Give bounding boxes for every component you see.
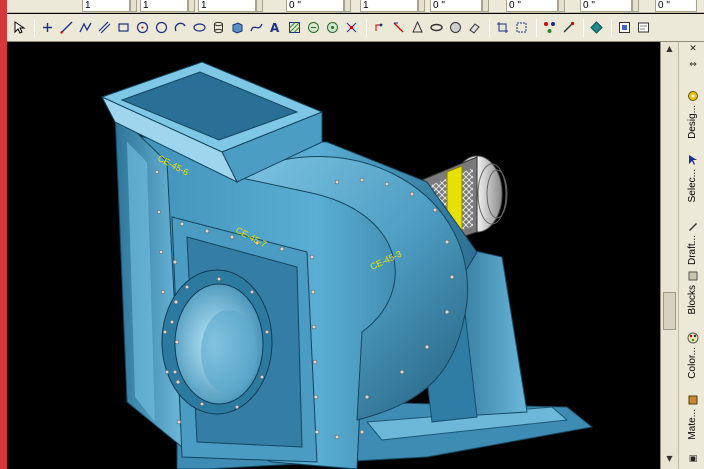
point-icon[interactable] xyxy=(39,19,56,36)
image-frame-icon[interactable] xyxy=(616,19,633,36)
text-icon[interactable]: A xyxy=(267,19,284,36)
property-field-6[interactable]: 0 " xyxy=(430,0,482,12)
property-field-5[interactable]: 1 xyxy=(360,0,418,12)
side-tab-strip: ✕ ⇔ Desig... Selec... Draft... Blocks Co… xyxy=(680,42,704,469)
property-field-2[interactable]: 1 xyxy=(140,0,188,12)
property-field-9[interactable]: 0 " xyxy=(655,0,697,12)
property-field-4[interactable]: 0 " xyxy=(286,0,344,12)
panel-resize-icon[interactable]: ⇔ xyxy=(686,60,700,72)
toolbar-separator xyxy=(366,18,367,37)
blocks-icon xyxy=(688,271,697,281)
spin-button-3[interactable] xyxy=(256,0,263,12)
group-icon[interactable] xyxy=(513,19,530,36)
panel-extra-icon[interactable]: ▣ xyxy=(686,454,700,466)
sphere-icon[interactable] xyxy=(447,19,464,36)
toolbar-separator xyxy=(611,18,612,37)
scroll-down-icon[interactable]: ▼ xyxy=(663,454,676,466)
color-palette-icon xyxy=(687,332,698,344)
window-border xyxy=(0,0,7,469)
tab-design[interactable]: Desig... xyxy=(681,90,704,139)
arc-icon[interactable] xyxy=(172,19,189,36)
design-icon xyxy=(687,91,698,101)
polyline-icon[interactable] xyxy=(77,19,94,36)
toolbar-separator xyxy=(34,18,35,37)
drawing-toolbar: A xyxy=(7,14,704,42)
tab-selection[interactable]: Selec... xyxy=(681,154,704,202)
tab-blocks[interactable]: Blocks xyxy=(681,270,704,314)
scroll-thumb[interactable] xyxy=(663,292,676,330)
spin-button-7[interactable] xyxy=(558,0,565,12)
side-panel: ▲ ▼ ✕ ⇔ Desig... Selec... Draft... Block… xyxy=(660,42,704,469)
property-field-3[interactable]: 1 xyxy=(198,0,256,12)
smart-dimension-icon[interactable] xyxy=(305,19,322,36)
tab-materials-label: Mate... xyxy=(687,409,698,440)
svg-text:A: A xyxy=(270,21,280,34)
select-arrow-icon[interactable] xyxy=(11,19,28,36)
materials-icon xyxy=(688,395,697,405)
rectangle-icon[interactable] xyxy=(115,19,132,36)
double-line-icon[interactable] xyxy=(96,19,113,36)
tab-drafting[interactable]: Draft... xyxy=(681,220,704,265)
drafting-pencil-icon xyxy=(688,223,697,231)
drawing-viewport[interactable]: CE-45-6 CE-45-7 CE-45-3 xyxy=(7,42,660,469)
snap-grid-icon[interactable] xyxy=(324,19,341,36)
crop-icon[interactable] xyxy=(494,19,511,36)
wand-icon[interactable] xyxy=(560,19,577,36)
spin-button-6[interactable] xyxy=(482,0,489,12)
panel-close-icon[interactable]: ✕ xyxy=(686,44,700,56)
property-field-7[interactable]: 0 " xyxy=(506,0,558,12)
tab-colors-label: Color... xyxy=(687,347,698,379)
fan-3d-model: CE-45-6 CE-45-7 CE-45-3 xyxy=(100,61,594,469)
tab-colors[interactable]: Color... xyxy=(681,332,704,379)
curve-icon[interactable] xyxy=(390,19,407,36)
tab-drafting-label: Draft... xyxy=(687,235,698,266)
render-icon[interactable] xyxy=(588,19,605,36)
side-panel-scrollbar[interactable]: ▲ ▼ xyxy=(661,42,679,469)
spline-icon[interactable] xyxy=(248,19,265,36)
tab-design-label: Desig... xyxy=(687,105,698,139)
node-edit-icon[interactable] xyxy=(343,19,360,36)
spin-button-1[interactable] xyxy=(130,0,137,12)
torus-icon[interactable] xyxy=(428,19,445,36)
spin-button-2[interactable] xyxy=(188,0,195,12)
circle-icon[interactable] xyxy=(134,19,151,36)
cone-icon[interactable] xyxy=(409,19,426,36)
toolbar-separator xyxy=(583,18,584,37)
property-field-8[interactable]: 0 " xyxy=(580,0,632,12)
box-solid-icon[interactable] xyxy=(229,19,246,36)
distribute-icon[interactable] xyxy=(541,19,558,36)
spin-button-8[interactable] xyxy=(632,0,639,12)
circle-3pt-icon[interactable] xyxy=(153,19,170,36)
spin-button-4[interactable] xyxy=(344,0,351,12)
eraser-icon[interactable] xyxy=(466,19,483,36)
hatch-icon[interactable] xyxy=(286,19,303,36)
line-icon[interactable] xyxy=(58,19,75,36)
toolbar-separator xyxy=(489,18,490,37)
toolbar-separator xyxy=(536,18,537,37)
ellipse-icon[interactable] xyxy=(191,19,208,36)
property-bar: 1 1 1 0 " 1 0 " 0 " 0 " 0 " xyxy=(7,0,704,13)
property-field-1[interactable]: 1 xyxy=(82,0,130,12)
cylinder-icon[interactable] xyxy=(210,19,227,36)
scroll-up-icon[interactable]: ▲ xyxy=(663,44,676,56)
tab-materials[interactable]: Mate... xyxy=(681,394,704,440)
spin-button-5[interactable] xyxy=(418,0,425,12)
extrude-icon[interactable] xyxy=(371,19,388,36)
page-setup-icon[interactable] xyxy=(635,19,652,36)
tab-blocks-label: Blocks xyxy=(687,285,698,315)
tab-selection-label: Selec... xyxy=(687,169,698,203)
selection-arrow-icon xyxy=(688,155,697,165)
